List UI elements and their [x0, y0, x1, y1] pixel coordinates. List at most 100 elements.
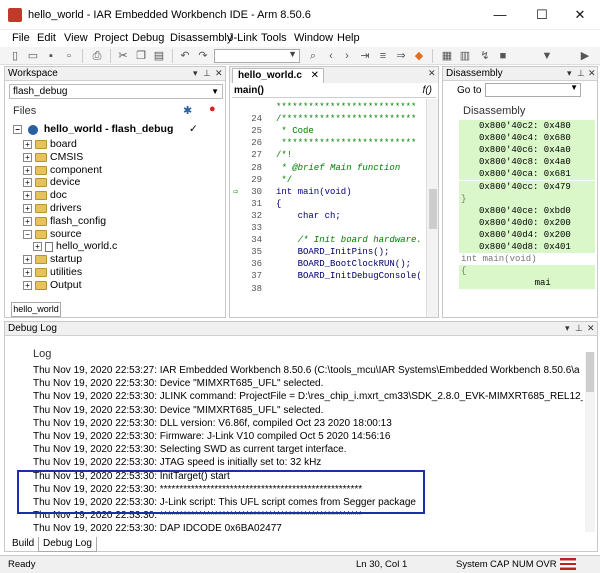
code-line[interactable]: 35 BOARD_InitPins();	[230, 246, 426, 258]
tree-folder[interactable]: + utilities	[23, 266, 82, 279]
disassembly-row[interactable]: 0x800'40c6: 0x4a0	[459, 144, 595, 157]
close-icon[interactable]: ✕	[587, 322, 595, 335]
expand-icon[interactable]: +	[23, 152, 32, 162]
expand-icon[interactable]: +	[33, 242, 42, 252]
disassembly-row[interactable]: 0x800'40d8: 0x401	[459, 241, 595, 253]
scroll-thumb[interactable]	[429, 189, 437, 229]
save-all-icon[interactable]: ▫	[62, 49, 76, 63]
tree-folder[interactable]: + Output	[23, 279, 82, 292]
new-file-icon[interactable]: ▯	[8, 49, 22, 63]
maximize-button[interactable]: ☐	[522, 4, 562, 26]
tree-folder[interactable]: + startup	[23, 253, 82, 266]
dock-icon[interactable]: ▾	[193, 67, 198, 80]
pin-icon[interactable]: ⊥	[577, 67, 585, 80]
tree-folder[interactable]: + doc	[23, 189, 67, 202]
function-bar[interactable]: main() f()	[232, 84, 436, 98]
menu-debug[interactable]: Debug	[132, 32, 164, 44]
next-statement-icon[interactable]: ⇥	[358, 49, 372, 63]
project-root[interactable]: − hello_world - flash_debug ✓	[13, 123, 198, 136]
find-combo[interactable]: ▼	[214, 49, 300, 63]
menu-file[interactable]: File	[12, 32, 30, 44]
menu-disassembly[interactable]: Disassembly	[170, 32, 232, 44]
code-line[interactable]: 26 *************************	[230, 137, 426, 149]
tree-folder[interactable]: + component	[23, 164, 102, 177]
function-icon[interactable]: f()	[423, 84, 432, 97]
disassembly-row[interactable]: 0x800'40ce: 0xbd0	[459, 204, 595, 217]
tree-folder[interactable]: + flash_config	[23, 215, 106, 228]
pin-icon[interactable]: ⊥	[203, 67, 211, 80]
download-icon[interactable]: ▼	[540, 49, 554, 63]
make-icon[interactable]: ▥	[458, 49, 472, 63]
expand-icon[interactable]: +	[23, 191, 32, 201]
code-line[interactable]: ⇨ 30 int main(void)	[230, 186, 426, 198]
code-line[interactable]: 24 /*************************	[230, 113, 426, 125]
disassembly-row[interactable]: }	[459, 192, 595, 205]
tab-hello-world[interactable]: hello_world	[11, 302, 61, 317]
configuration-select[interactable]: flash_debug ▼	[9, 84, 223, 99]
menu-view[interactable]: View	[64, 32, 88, 44]
code-line[interactable]: **************************	[230, 101, 426, 113]
undo-icon[interactable]: ↶	[178, 49, 192, 63]
expand-icon[interactable]: +	[23, 216, 32, 226]
disassembly-row[interactable]: int main(void)	[459, 253, 595, 265]
close-button[interactable]: ✕	[560, 4, 600, 26]
toggle-breakpoint-icon[interactable]: ◆	[412, 49, 426, 63]
disassembly-row[interactable]: 0x800'40c8: 0x4a0	[459, 156, 595, 169]
menu-jlink[interactable]: J-Link	[228, 32, 257, 44]
disassembly-row[interactable]: 0x800'40d4: 0x200	[459, 228, 595, 241]
editor-scrollbar[interactable]	[426, 99, 438, 317]
close-icon[interactable]: ✕	[215, 67, 223, 80]
dock-icon[interactable]: ▾	[567, 67, 572, 80]
log-scrollbar[interactable]	[585, 352, 595, 532]
disassembly-row[interactable]: {	[459, 265, 595, 278]
print-icon[interactable]: ⎙	[90, 49, 104, 63]
code-line[interactable]: 28 * @brief Main function	[230, 162, 426, 174]
toggle-bookmark-icon[interactable]: ≡	[376, 49, 390, 63]
minimize-button[interactable]: —	[480, 4, 520, 26]
go-forward-icon[interactable]: ›	[340, 49, 354, 63]
menu-window[interactable]: Window	[294, 32, 333, 44]
disassembly-row[interactable]: 0x800'40c2: 0x480	[459, 120, 595, 132]
paste-icon[interactable]: ▤	[152, 49, 166, 63]
cut-icon[interactable]: ✂	[116, 49, 130, 63]
goto-input[interactable]: ▼	[485, 83, 581, 97]
code-line[interactable]: 36 BOARD_BootClockRUN();	[230, 258, 426, 270]
disassembly-row[interactable]: 0x800'40cc: 0x479	[459, 180, 595, 193]
gear-icon[interactable]: ✱	[183, 104, 192, 117]
debug-icon[interactable]: ▶	[578, 49, 592, 63]
expand-icon[interactable]: +	[23, 280, 32, 290]
save-icon[interactable]: ▪	[44, 49, 58, 63]
tab-debug-log[interactable]: Debug Log	[38, 537, 97, 552]
menu-tools[interactable]: Tools	[261, 32, 287, 44]
code-area[interactable]: ************************** 24 /***********…	[230, 99, 426, 319]
disassembly-row[interactable]: 0x800'40ca: 0x681	[459, 168, 595, 181]
code-line[interactable]: 34 /* Init board hardware.	[230, 234, 426, 246]
tree-folder[interactable]: + device	[23, 176, 80, 189]
disassembly-row[interactable]: 0x800'40d0: 0x200	[459, 216, 595, 229]
code-line[interactable]: 25 * Code	[230, 125, 426, 137]
menu-project[interactable]: Project	[94, 32, 128, 44]
disassembly-row[interactable]: 0x800'40c4: 0x680	[459, 132, 595, 145]
code-line[interactable]: 32 char ch;	[230, 210, 426, 222]
code-line[interactable]: 37 BOARD_InitDebugConsole(	[230, 270, 426, 282]
expand-icon[interactable]: +	[23, 204, 32, 213]
go-back-icon[interactable]: ‹	[324, 49, 338, 63]
tree-folder[interactable]: − source	[23, 228, 82, 241]
go-to-line-icon[interactable]: ⇒	[394, 49, 408, 63]
close-icon[interactable]: ✕	[428, 68, 436, 79]
compile-icon[interactable]: ▦	[440, 49, 454, 63]
expand-icon[interactable]: +	[23, 255, 32, 265]
tree-file[interactable]: + hello_world.c	[33, 240, 117, 253]
scroll-thumb[interactable]	[586, 352, 594, 392]
expand-icon[interactable]: +	[23, 165, 32, 175]
menu-edit[interactable]: Edit	[37, 32, 56, 44]
expand-icon[interactable]: +	[23, 178, 32, 188]
code-line[interactable]: 38	[230, 283, 426, 295]
code-line[interactable]: 29 */	[230, 174, 426, 186]
code-line[interactable]: 31 {	[230, 198, 426, 210]
pin-icon[interactable]: ⊥	[575, 322, 583, 335]
dock-icon[interactable]: ▾	[565, 322, 570, 335]
search-icon[interactable]: ⌕	[306, 49, 320, 63]
collapse-icon[interactable]: −	[13, 125, 22, 134]
disassembly-row[interactable]: mai	[459, 277, 595, 290]
